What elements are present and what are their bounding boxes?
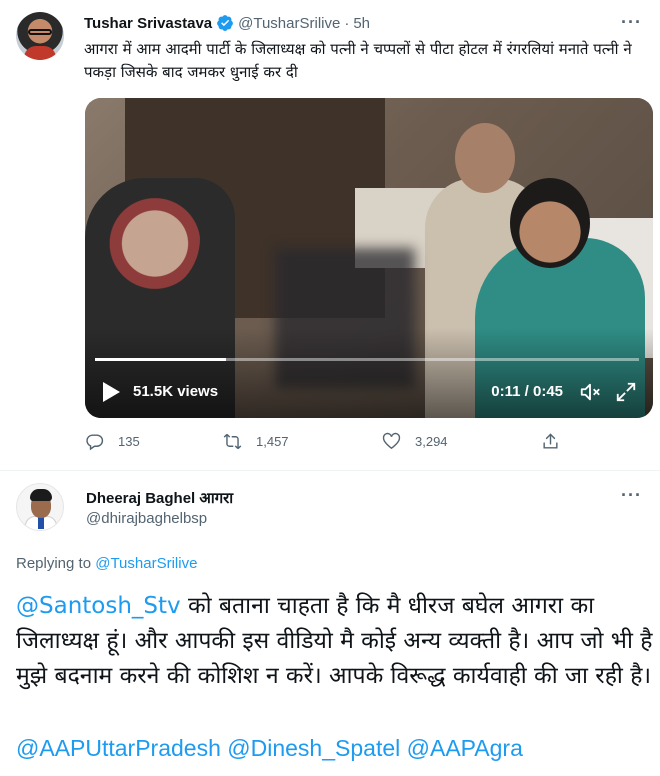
replying-prefix: Replying to [16, 555, 92, 572]
author-name[interactable]: Tushar Srivastava [84, 15, 212, 32]
author-handle[interactable]: @TusharSrilive [238, 15, 340, 32]
tag-link[interactable]: @Dinesh_Spatel [227, 735, 400, 761]
avatar-shirt [24, 46, 56, 60]
fullscreen-icon[interactable] [615, 381, 637, 403]
reply-action[interactable]: 135 [85, 432, 140, 451]
original-tweet[interactable]: Tushar Srivastava @TusharSrilive · 5h ··… [0, 0, 660, 470]
like-icon [382, 432, 401, 450]
video-frame-head-left [100, 183, 200, 293]
video-frame-head-back [455, 123, 515, 193]
retweet-count: 1,457 [256, 434, 289, 449]
like-action[interactable]: 3,294 [382, 432, 448, 451]
retweet-action[interactable]: 1,457 [223, 432, 289, 451]
more-options-icon[interactable]: ··· [621, 12, 642, 33]
tweet-actions: 135 1,457 3,294 [85, 432, 565, 456]
reply-text: @Santosh_Stv को बताना चाहता है कि मै धीर… [16, 589, 656, 694]
reply-count: 135 [118, 434, 140, 449]
reply-tags: @AAPUttarPradesh @Dinesh_Spatel @AAPAgra [16, 733, 523, 763]
tweet-text: आगरा में आम आदमी पार्टी के जिलाध्यक्ष को… [84, 40, 632, 81]
separator-dot: · [344, 14, 350, 32]
play-icon[interactable] [101, 381, 121, 403]
verified-badge-icon [217, 15, 233, 31]
video-player[interactable]: 51.5K views 0:11 / 0:45 [85, 98, 653, 418]
tag-link[interactable]: @AAPAgra [407, 735, 523, 761]
reply-icon [86, 434, 104, 451]
replying-to-line: Replying to @TusharSrilive [16, 555, 197, 572]
video-progress-bar[interactable] [95, 358, 639, 361]
avatar-hair [30, 489, 52, 501]
tag-link[interactable]: @AAPUttarPradesh [16, 735, 221, 761]
like-count: 3,294 [415, 434, 448, 449]
share-icon [543, 433, 558, 449]
retweet-icon [223, 433, 242, 450]
video-frame-head-right [510, 178, 590, 268]
video-views: 51.5K views [133, 383, 219, 400]
tweet-header: Tushar Srivastava @TusharSrilive · 5h [84, 14, 370, 32]
video-time: 0:11 / 0:45 [491, 383, 563, 400]
replying-to-link[interactable]: @TusharSrilive [95, 555, 197, 572]
author-avatar[interactable] [16, 12, 64, 60]
mute-icon[interactable] [579, 381, 601, 403]
reply-author-name[interactable]: Dheeraj Baghel आगरा [86, 488, 233, 508]
reply-author-handle[interactable]: @dhirajbaghelbsp [86, 510, 207, 527]
tweet-timestamp[interactable]: 5h [353, 15, 370, 32]
video-controls-shade [85, 328, 653, 418]
mention-link[interactable]: @Santosh_Stv [16, 593, 181, 619]
avatar-glasses [28, 29, 52, 35]
video-progress-fill [95, 358, 226, 361]
reply-tweet[interactable]: Dheeraj Baghel आगरा @dhirajbaghelbsp ···… [0, 471, 660, 776]
avatar-tie [38, 517, 44, 529]
share-action[interactable] [541, 432, 574, 451]
reply-author-avatar[interactable] [16, 483, 64, 531]
more-options-icon[interactable]: ··· [621, 485, 642, 506]
